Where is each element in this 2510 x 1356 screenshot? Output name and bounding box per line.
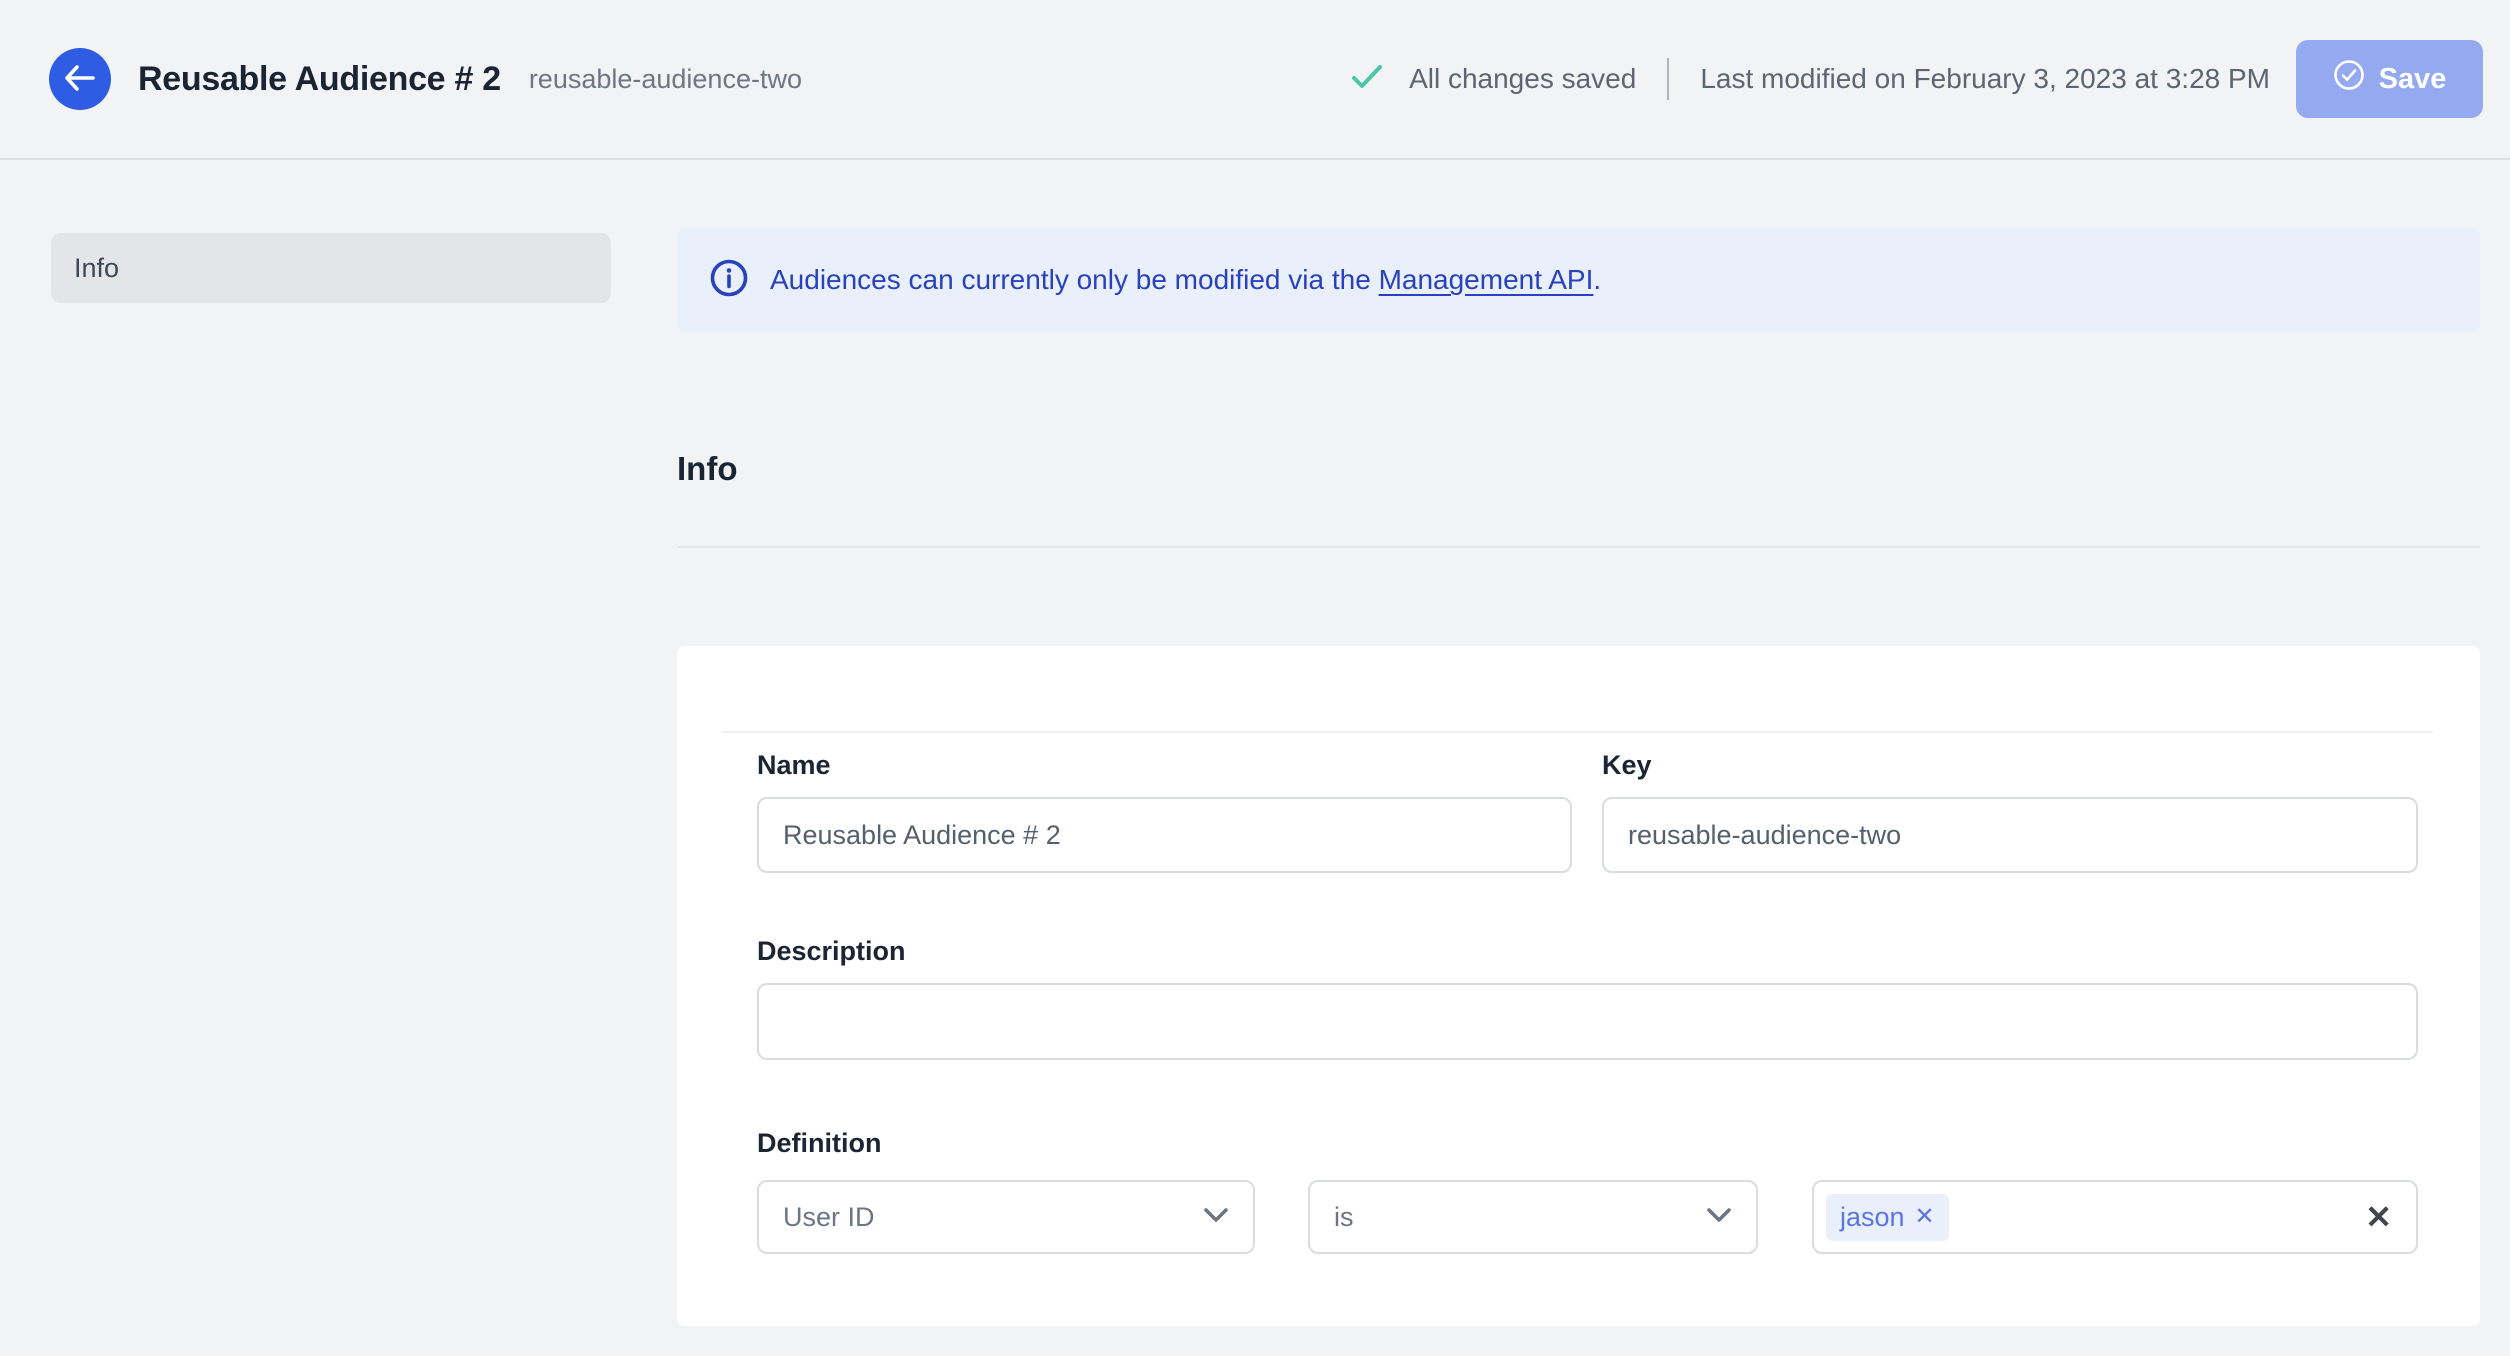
definition-operator-select[interactable]: is <box>1308 1180 1758 1254</box>
sidebar-item-info[interactable]: Info <box>51 233 611 303</box>
info-form-card: Name Key Description Definition User ID … <box>677 646 2480 1326</box>
name-input[interactable] <box>757 797 1572 873</box>
banner-text: Audiences can currently only be modified… <box>770 264 1601 296</box>
chevron-down-icon <box>1203 1207 1229 1228</box>
chevron-down-icon <box>1706 1207 1732 1228</box>
info-banner: Audiences can currently only be modified… <box>677 228 2480 332</box>
header-status-group: All changes saved Last modified on Febru… <box>1351 40 2483 118</box>
banner-text-after: . <box>1593 264 1602 295</box>
page-subtitle: reusable-audience-two <box>528 63 802 94</box>
definition-attribute-value: User ID <box>783 1201 875 1232</box>
management-api-link[interactable]: Management API <box>1379 264 1594 295</box>
header: Reusable Audience # 2 reusable-audience-… <box>0 0 2510 160</box>
status-text: All changes saved <box>1409 63 1637 94</box>
check-icon <box>1351 64 1383 95</box>
key-label: Key <box>1602 750 1652 780</box>
key-input[interactable] <box>1602 797 2418 873</box>
value-chip: jason ✕ <box>1826 1193 1949 1241</box>
description-input[interactable] <box>757 983 2418 1060</box>
definition-values-input[interactable]: jason ✕ ✕ <box>1812 1180 2418 1254</box>
value-chip-label: jason <box>1840 1201 1905 1232</box>
save-button-label: Save <box>2378 62 2447 95</box>
definition-operator-value: is <box>1334 1201 1354 1232</box>
circle-check-icon <box>2333 59 2365 99</box>
last-modified-text: Last modified on February 3, 2023 at 3:2… <box>1700 63 2270 94</box>
x-icon[interactable]: ✕ <box>1915 1205 1935 1229</box>
clear-values-button[interactable]: ✕ <box>2365 1201 2392 1233</box>
x-icon: ✕ <box>2365 1199 2392 1235</box>
back-button[interactable] <box>49 48 111 110</box>
definition-attribute-select[interactable]: User ID <box>757 1180 1255 1254</box>
info-circle-icon <box>710 259 748 302</box>
section-heading: Info <box>677 450 738 487</box>
definition-label: Definition <box>757 1128 882 1158</box>
banner-text-before: Audiences can currently only be modified… <box>770 264 1379 295</box>
sidebar-item-label: Info <box>74 252 120 283</box>
header-divider <box>1667 58 1670 100</box>
section-divider <box>677 546 2480 548</box>
save-button[interactable]: Save <box>2296 40 2483 118</box>
card-top-divider <box>722 731 2433 733</box>
name-label: Name <box>757 750 831 780</box>
arrow-left-icon <box>63 64 97 95</box>
description-label: Description <box>757 936 906 966</box>
page-title: Reusable Audience # 2 <box>138 59 501 98</box>
